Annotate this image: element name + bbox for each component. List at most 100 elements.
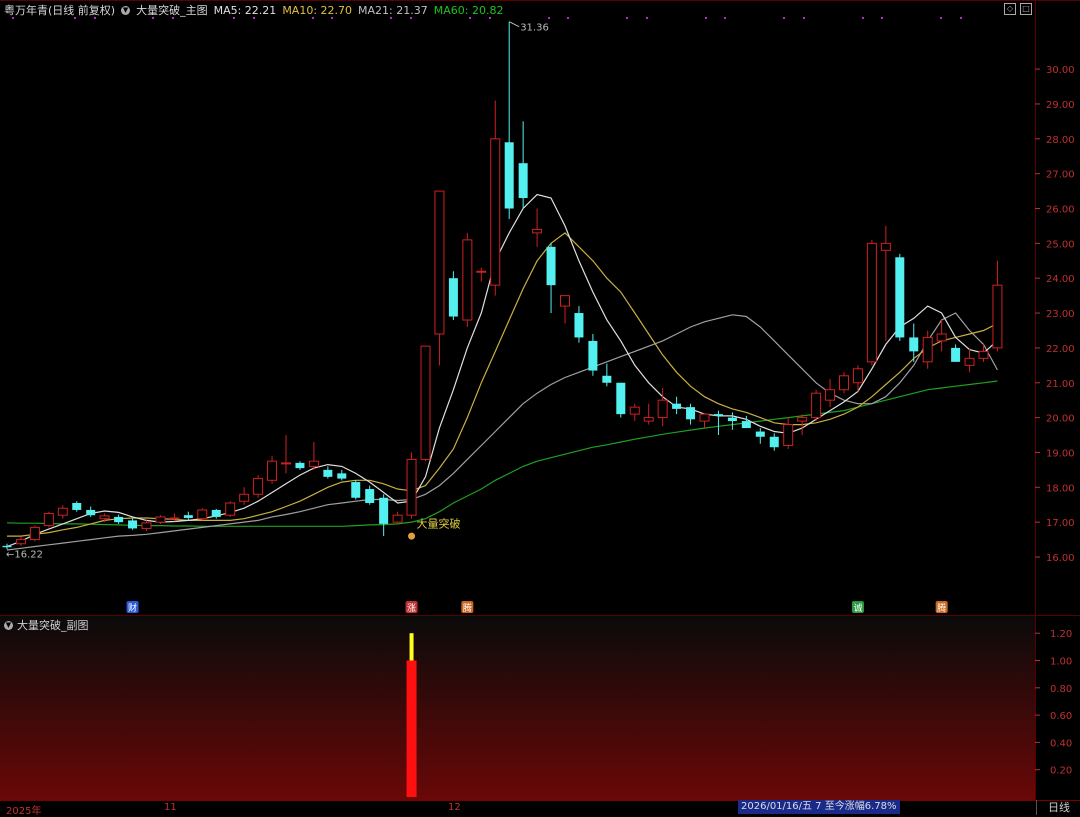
time-label-dec: 12 — [448, 802, 461, 813]
candle-body — [351, 482, 361, 498]
candle-body — [239, 493, 250, 502]
candle-body — [616, 382, 626, 415]
candle-body — [169, 517, 180, 520]
candle-body — [727, 417, 737, 422]
price-tick-label: 17.00 — [1046, 518, 1075, 529]
candle-body — [686, 407, 696, 420]
time-label-nov: 11 — [164, 802, 177, 813]
time-label-year: 2025年 — [6, 806, 42, 817]
candle — [15, 536, 26, 546]
candle — [616, 382, 626, 418]
candle-body — [323, 469, 333, 477]
sub-indicator-toggle-icon[interactable]: ▼ — [4, 620, 13, 630]
candle — [141, 520, 152, 531]
candle — [490, 100, 501, 296]
candle — [169, 513, 180, 522]
candle-body — [951, 347, 961, 362]
candle-body — [379, 497, 389, 524]
candle — [895, 253, 905, 341]
high-label: 31.36 — [520, 23, 549, 34]
top-marker — [724, 17, 726, 19]
top-marker — [567, 17, 569, 19]
event-tag-label: 财 — [128, 602, 137, 614]
sub-tick-label: 0.20 — [1050, 766, 1072, 777]
candle-body — [72, 502, 82, 510]
candle — [434, 190, 445, 366]
ma60-line — [6, 380, 998, 527]
maximize-icon[interactable]: □ — [1020, 3, 1032, 15]
price-tick-label: 24.00 — [1046, 274, 1075, 285]
candle — [880, 225, 891, 341]
candle-body — [518, 163, 528, 199]
candle — [114, 514, 124, 524]
candle-body — [211, 509, 221, 517]
candle-body — [602, 375, 612, 383]
candle — [546, 243, 556, 314]
candle-body — [560, 295, 570, 307]
candle-body — [253, 478, 264, 495]
restore-icon[interactable]: ◇ — [1004, 3, 1016, 15]
ma60-label: MA60: 20.82 — [433, 3, 504, 17]
candle-body — [2, 545, 12, 548]
indicator-toggle-icon[interactable]: ▼ — [121, 5, 131, 15]
ma5-line — [6, 193, 998, 548]
candle-body — [741, 421, 751, 429]
candle — [308, 441, 319, 470]
candle-body — [936, 333, 947, 342]
sub-tick-label: 0.80 — [1050, 684, 1072, 695]
candle — [379, 494, 389, 537]
top-marker — [862, 17, 864, 19]
low-label: ←16.22 — [6, 549, 43, 560]
event-tag-label: 涨 — [407, 603, 416, 614]
price-tick-label: 18.00 — [1046, 483, 1075, 494]
candle-body — [588, 340, 598, 371]
price-tick-label: 27.00 — [1046, 170, 1075, 181]
candle-body — [434, 190, 445, 335]
candle — [811, 389, 822, 422]
price-tick-label: 29.00 — [1046, 100, 1075, 111]
candle-body — [462, 239, 473, 321]
candle-body — [629, 406, 640, 415]
candle-body — [657, 399, 668, 419]
candle — [602, 363, 612, 387]
price-tick-label: 22.00 — [1046, 344, 1075, 355]
candle-body — [978, 350, 989, 359]
candle — [518, 121, 528, 209]
candle-body — [866, 242, 877, 363]
candle-body — [183, 515, 193, 518]
candle-body — [337, 473, 347, 479]
candle — [86, 506, 96, 517]
top-marker — [940, 17, 942, 19]
period-button[interactable]: 日线 — [1036, 800, 1080, 815]
candle-body — [365, 489, 375, 503]
candle-body — [909, 337, 919, 352]
main-chart[interactable]: 16.00 17.00 18.00 19.00 20.00 21.00 22.00 23.00… — [0, 0, 1080, 816]
candle-body — [392, 514, 403, 523]
status-text: 2026/01/16/五 7 至今涨幅6.78% — [738, 800, 900, 814]
candle — [964, 347, 975, 373]
top-marker — [960, 17, 962, 19]
chart-stage: 16.00 17.00 18.00 19.00 20.00 21.00 22.00 23.00… — [0, 0, 1080, 817]
candle-body — [43, 512, 54, 527]
indicator-name[interactable]: 大量突破_主图 — [136, 2, 208, 18]
candle — [43, 511, 54, 528]
price-tick-label: 21.00 — [1046, 379, 1075, 390]
candle — [727, 412, 737, 430]
price-tick-label: 20.00 — [1046, 414, 1075, 425]
candle — [643, 403, 654, 425]
candle — [295, 461, 305, 470]
candle-body — [295, 462, 305, 469]
candle — [852, 365, 863, 392]
sub-indicator-name[interactable]: 大量突破_副图 — [17, 617, 89, 633]
candle-body — [267, 460, 278, 481]
candle — [699, 413, 710, 429]
top-marker — [646, 17, 648, 19]
candle-body — [15, 539, 26, 545]
candle-body — [420, 345, 431, 460]
stock-title: 粤万年青(日线 前复权) — [4, 4, 116, 17]
price-tick-label: 23.00 — [1046, 309, 1075, 320]
candle — [462, 232, 473, 327]
candle-body — [783, 424, 794, 446]
ma10-label: MA10: 22.70 — [282, 3, 353, 17]
candle-body — [281, 462, 291, 465]
